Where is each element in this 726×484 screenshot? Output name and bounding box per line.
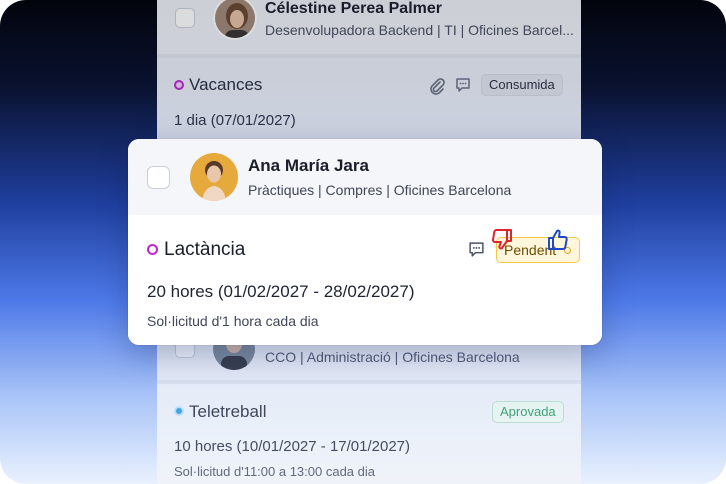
thumbs-up-icon[interactable] <box>546 228 570 252</box>
select-checkbox[interactable] <box>147 166 170 189</box>
category-dot-icon <box>174 406 184 416</box>
thumbs-down-icon[interactable] <box>490 227 514 251</box>
request-title: Vacances <box>189 75 263 94</box>
list-item-request[interactable]: Vacances Consumida 1 dia (07/01/2027) <box>157 58 581 140</box>
select-checkbox[interactable] <box>175 8 195 28</box>
highlighted-request-card[interactable]: Ana María Jara Pràctiques | Compres | Of… <box>128 139 602 345</box>
list-item-request[interactable]: Teletreball Aprovada 10 hores (10/01/202… <box>157 384 581 484</box>
request-title: Teletreball <box>189 402 267 421</box>
status-badge: Consumida <box>481 74 563 96</box>
request-description: Sol·licitud d'1 hora cada dia <box>147 313 319 329</box>
avatar <box>190 153 238 201</box>
category-dot-icon <box>174 80 184 90</box>
employee-meta: Pràctiques | Compres | Oficines Barcelon… <box>248 182 512 198</box>
request-description: Sol·licitud d'11:00 a 13:00 cada dia <box>174 464 375 479</box>
avatar <box>213 0 257 40</box>
request-hours: 20 hores (01/02/2027 - 28/02/2027) <box>147 282 415 301</box>
card-request-body: Lactància Pendent 20 hores (01/02/2027 -… <box>128 215 602 345</box>
app-stage: Célestine Perea Palmer Desenvolupadora B… <box>0 0 726 484</box>
employee-name: Ana María Jara <box>248 156 369 175</box>
employee-name: Célestine Perea Palmer <box>265 0 442 17</box>
request-hours: 10 hores (10/01/2027 - 17/01/2027) <box>174 438 411 455</box>
request-hours: 1 dia (07/01/2027) <box>174 112 296 129</box>
employee-meta: Desenvolupadora Backend | TI | Oficines … <box>265 22 573 38</box>
category-dot-icon <box>147 244 158 255</box>
status-badge: Aprovada <box>492 401 564 423</box>
paperclip-icon[interactable] <box>429 77 445 95</box>
comment-icon[interactable] <box>468 241 485 258</box>
list-item-employee[interactable]: Célestine Perea Palmer Desenvolupadora B… <box>157 0 581 54</box>
employee-meta: CCO | Administració | Oficines Barcelona <box>265 349 520 365</box>
request-title: Lactància <box>164 239 246 260</box>
comment-icon[interactable] <box>455 77 471 93</box>
card-employee-header: Ana María Jara Pràctiques | Compres | Of… <box>128 139 602 215</box>
